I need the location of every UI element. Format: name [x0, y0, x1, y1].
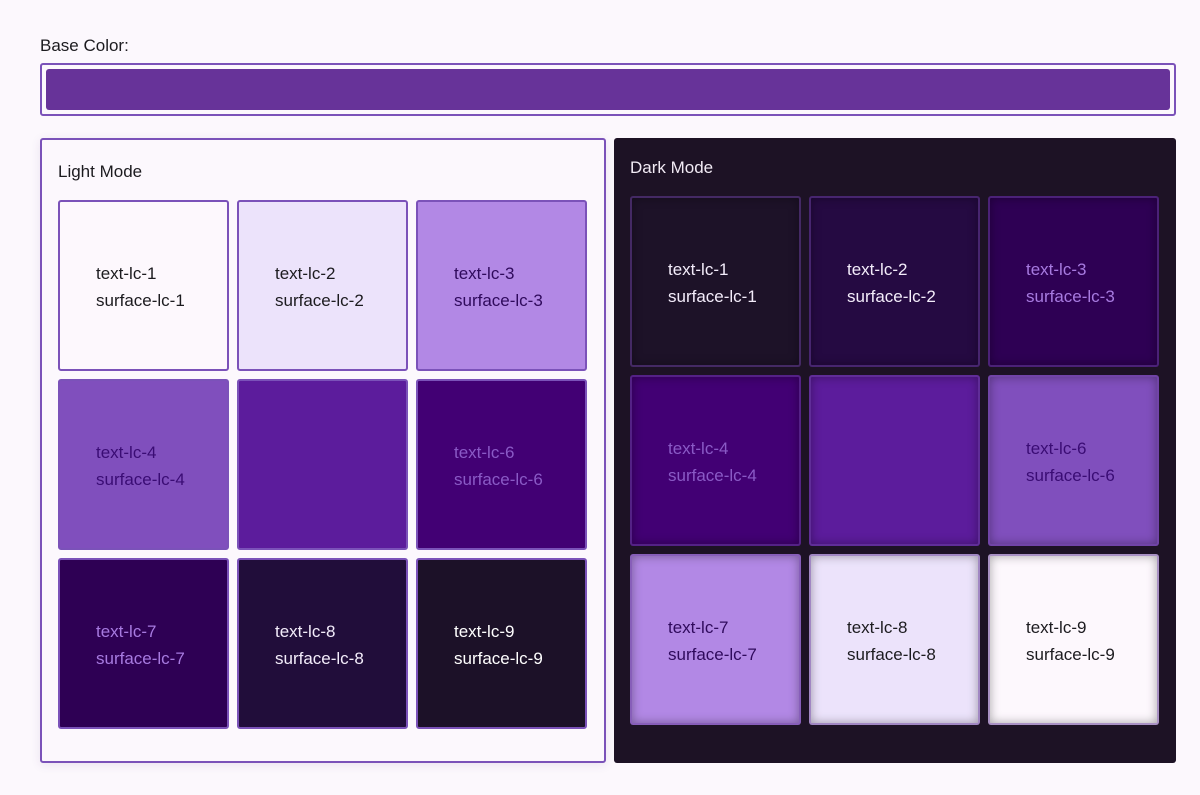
tile-surface-label: surface-lc-6 — [1026, 466, 1115, 485]
tile-surface-label: surface-lc-4 — [668, 466, 757, 485]
tile-text: text-lc-3 surface-lc-3 — [454, 260, 543, 314]
tile-surface-label: surface-lc-1 — [668, 287, 757, 306]
color-tile-6: text-lc-6 surface-lc-6 — [988, 375, 1159, 546]
tile-surface-label: surface-lc-9 — [454, 649, 543, 668]
tile-text: text-lc-3 surface-lc-3 — [1026, 256, 1115, 310]
dark-mode-title: Dark Mode — [630, 158, 714, 177]
color-tile-5 — [809, 375, 980, 546]
tile-text: text-lc-4 surface-lc-4 — [668, 435, 757, 489]
color-tile-4: text-lc-4 surface-lc-4 — [58, 379, 229, 550]
tile-surface-label: surface-lc-4 — [96, 470, 185, 489]
color-tile-1: text-lc-1 surface-lc-1 — [58, 200, 229, 371]
tile-surface-label: surface-lc-3 — [454, 291, 543, 310]
tile-text-label: text-lc-8 — [847, 618, 908, 637]
tile-text-label: text-lc-8 — [275, 622, 336, 641]
color-tile-9: text-lc-9 surface-lc-9 — [988, 554, 1159, 725]
tile-text-label: text-lc-4 — [96, 443, 157, 462]
tile-text-label: text-lc-7 — [96, 622, 157, 641]
tile-text-label: text-lc-3 — [454, 264, 515, 283]
tile-text-label: text-lc-9 — [454, 622, 515, 641]
color-tile-2: text-lc-2 surface-lc-2 — [809, 196, 980, 367]
tile-text-label: text-lc-2 — [847, 260, 908, 279]
tile-text-label: text-lc-7 — [668, 618, 729, 637]
tile-text-label: text-lc-6 — [1026, 439, 1087, 458]
tile-surface-label: surface-lc-7 — [96, 649, 185, 668]
color-tile-1: text-lc-1 surface-lc-1 — [630, 196, 801, 367]
color-tile-9: text-lc-9 surface-lc-9 — [416, 558, 587, 729]
color-tile-8: text-lc-8 surface-lc-8 — [237, 558, 408, 729]
color-tile-4: text-lc-4 surface-lc-4 — [630, 375, 801, 546]
tile-text: text-lc-9 surface-lc-9 — [454, 618, 543, 672]
tile-text: text-lc-6 surface-lc-6 — [1026, 435, 1115, 489]
color-tile-7: text-lc-7 surface-lc-7 — [58, 558, 229, 729]
tile-surface-label: surface-lc-2 — [847, 287, 936, 306]
color-tile-7: text-lc-7 surface-lc-7 — [630, 554, 801, 725]
tile-text-label: text-lc-9 — [1026, 618, 1087, 637]
tile-text: text-lc-7 surface-lc-7 — [96, 618, 185, 672]
tile-text-label: text-lc-1 — [668, 260, 729, 279]
tile-surface-label: surface-lc-1 — [96, 291, 185, 310]
color-tile-6: text-lc-6 surface-lc-6 — [416, 379, 587, 550]
tile-surface-label: surface-lc-7 — [668, 645, 757, 664]
dark-mode-panel: Dark Mode text-lc-1 surface-lc-1 text-lc-2… — [614, 138, 1176, 763]
color-tile-8: text-lc-8 surface-lc-8 — [809, 554, 980, 725]
tile-text: text-lc-4 surface-lc-4 — [96, 439, 185, 493]
tile-text-label: text-lc-6 — [454, 443, 515, 462]
color-tile-3: text-lc-3 surface-lc-3 — [988, 196, 1159, 367]
base-color-input[interactable] — [40, 63, 1176, 116]
tile-text-label: text-lc-4 — [668, 439, 729, 458]
tile-text: text-lc-2 surface-lc-2 — [847, 256, 936, 310]
tile-text: text-lc-8 surface-lc-8 — [847, 614, 936, 668]
tile-text-label: text-lc-3 — [1026, 260, 1087, 279]
tile-text-label: text-lc-1 — [96, 264, 157, 283]
base-color-swatch[interactable] — [46, 69, 1170, 110]
tile-text-label: text-lc-2 — [275, 264, 336, 283]
tile-text: text-lc-7 surface-lc-7 — [668, 614, 757, 668]
tile-text: text-lc-8 surface-lc-8 — [275, 618, 364, 672]
tile-surface-label: surface-lc-2 — [275, 291, 364, 310]
tile-surface-label: surface-lc-6 — [454, 470, 543, 489]
color-tile-3: text-lc-3 surface-lc-3 — [416, 200, 587, 371]
tile-surface-label: surface-lc-3 — [1026, 287, 1115, 306]
color-tile-5 — [237, 379, 408, 550]
light-mode-panel: Light Mode text-lc-1 surface-lc-1 text-lc-… — [40, 138, 606, 763]
tile-text: text-lc-1 surface-lc-1 — [668, 256, 757, 310]
tile-text: text-lc-1 surface-lc-1 — [96, 260, 185, 314]
tile-text: text-lc-6 surface-lc-6 — [454, 439, 543, 493]
base-color-label: Base Color: — [40, 36, 129, 55]
color-tile-2: text-lc-2 surface-lc-2 — [237, 200, 408, 371]
light-mode-title: Light Mode — [58, 162, 143, 181]
tile-text: text-lc-9 surface-lc-9 — [1026, 614, 1115, 668]
tile-text: text-lc-2 surface-lc-2 — [275, 260, 364, 314]
tile-surface-label: surface-lc-8 — [847, 645, 936, 664]
tile-surface-label: surface-lc-8 — [275, 649, 364, 668]
tile-surface-label: surface-lc-9 — [1026, 645, 1115, 664]
